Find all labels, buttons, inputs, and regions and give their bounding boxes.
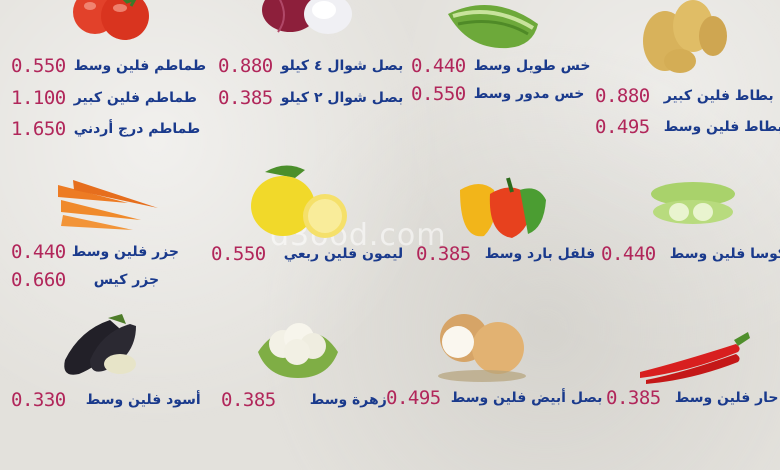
name-white-onion: بصل أبيض فلين وسط [450,390,603,406]
pepper-image [460,177,546,238]
carrot-image [58,180,158,230]
price-tomato-medium: 0.550 [11,55,66,77]
name-carrot-medium: جزر فلين وسط [71,244,179,260]
name-lettuce-long: خس طويل وسط [473,58,591,74]
potato-image [643,0,727,73]
name-chili: حار فلين وسط [674,390,779,406]
price-lemon: 0.550 [211,243,266,265]
onion-image [262,0,352,34]
price-onion-2kg: 0.385 [218,87,273,109]
item-lemon: 0.550 ليمون فلين ربعي [205,160,404,317]
price-potato-medium: 0.495 [595,116,650,138]
price-cauliflower: 0.385 [221,389,276,411]
price-white-onion: 0.495 [386,387,441,409]
item-tomato: 0.550 طماطم فلين وسط 1.100 طماطم فلين كب… [5,0,206,157]
item-eggplant: 0.330 أسود فلين وسط [5,310,201,467]
item-chili: 0.385 حار فلين وسط [600,310,780,467]
item-onion: 0.880 بصل شوال ٤ كيلو 0.385 بصل شوال ٢ ك… [210,0,405,157]
name-carrot-bag: جزر كيس [93,272,160,288]
name-cauliflower: زهرة وسط [309,392,387,408]
price-potato-large: 0.880 [595,85,650,107]
tomato-image [73,0,149,40]
price-eggplant: 0.330 [11,389,66,411]
name-tomato-jordan: طماطم درج أردني [73,121,201,137]
lettuce-image [448,5,538,49]
item-pepper: 0.385 فلفل بارد وسط [410,160,605,317]
name-pepper: فلفل بارد وسط [484,246,596,262]
name-tomato-medium: طماطم فلين وسط [73,58,207,74]
price-zucchini: 0.440 [601,243,656,265]
price-lettuce-round: 0.550 [411,83,466,105]
price-carrot-bag: 0.660 [11,269,66,291]
name-eggplant: أسود فلين وسط [85,392,201,408]
white-onion-image [438,314,526,382]
zucchini-image [651,182,735,224]
price-chili: 0.385 [606,387,661,409]
name-lemon: ليمون فلين ربعي [283,246,404,262]
name-lettuce-round: خس مدور وسط [473,86,585,102]
price-tomato-large: 1.100 [11,87,66,109]
price-carrot-medium: 0.440 [11,241,66,263]
name-zucchini: كوسا فلين وسط [669,246,780,262]
price-lettuce-long: 0.440 [411,55,466,77]
cauliflower-image [258,323,338,378]
item-lettuce: 0.440 خس طويل وسط 0.550 خس مدور وسط [405,0,600,157]
price-pepper: 0.385 [416,243,471,265]
name-tomato-large: طماطم فلين كبير [73,90,197,106]
chili-image [640,332,750,384]
price-onion-4kg: 0.880 [218,55,273,77]
item-carrot: 0.440 جزر فلين وسط 0.660 جزر كيس [5,160,200,317]
eggplant-image [64,314,136,375]
name-onion-4kg: بصل شوال ٤ كيلو [280,58,404,74]
item-white-onion: 0.495 بصل أبيض فلين وسط [380,310,602,467]
name-potato-medium: بطاط فلين وسط [663,119,780,135]
name-onion-2kg: بصل شوال ٢ كيلو [280,90,404,106]
name-potato-large: بطاط فلين كبير [663,88,774,104]
lemon-image [251,165,347,238]
item-potato: 0.880 بطاط فلين كبير 0.495 بطاط فلين وسط [585,0,780,157]
price-tomato-jordan: 1.650 [11,118,66,140]
item-zucchini: 0.440 كوسا فلين وسط [595,160,780,317]
